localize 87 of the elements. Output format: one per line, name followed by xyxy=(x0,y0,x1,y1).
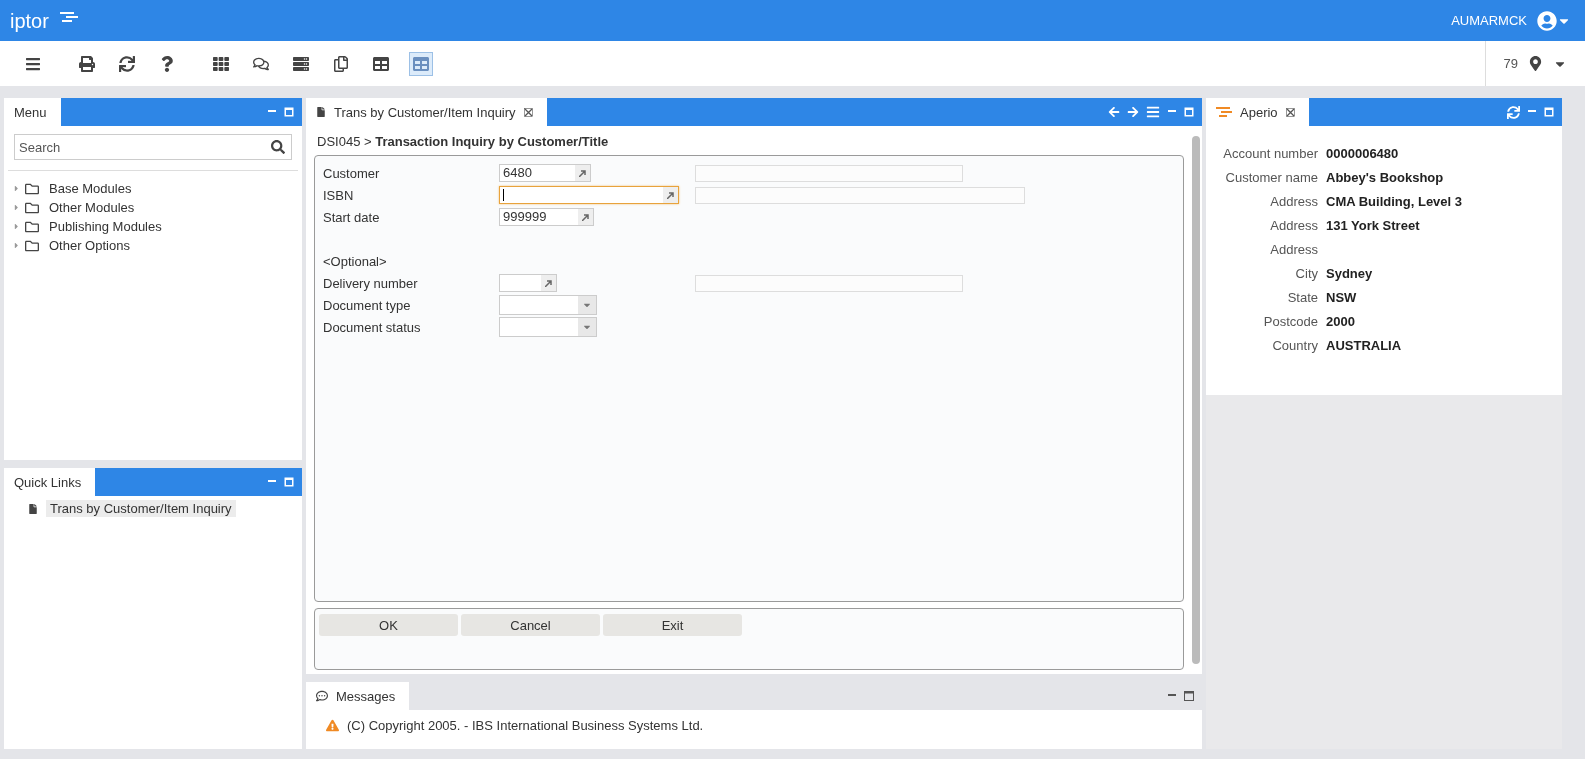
menu-item[interactable]: Base Modules xyxy=(49,181,132,196)
message-text: (C) Copyright 2005. - IBS International Business Systems Ltd. xyxy=(347,718,704,733)
search-field[interactable]: Search xyxy=(14,134,292,160)
action-button[interactable]: OK xyxy=(319,614,458,636)
folder-icon xyxy=(25,200,39,215)
dropdown-field[interactable] xyxy=(499,317,597,337)
detail-value: Sydney xyxy=(1326,266,1374,281)
speech-bubble-icon xyxy=(316,690,328,702)
help-icon xyxy=(159,55,175,72)
panel-title: Aperio xyxy=(1240,104,1278,120)
detail-value: 2000 xyxy=(1326,314,1356,329)
back-arrow-icon[interactable] xyxy=(1108,106,1120,118)
user-avatar-icon[interactable] xyxy=(1537,10,1557,31)
lines-icon xyxy=(1216,107,1232,117)
input-field[interactable]: 6480 xyxy=(499,164,591,182)
dropdown-field[interactable] xyxy=(499,295,597,315)
document-icon xyxy=(28,503,38,514)
field-label: Customer xyxy=(323,165,381,181)
input-field[interactable]: 999999 xyxy=(499,208,594,226)
detail-label: Account number xyxy=(1222,146,1318,161)
printer-icon xyxy=(79,55,95,72)
chat-icon xyxy=(253,55,269,72)
menu-item[interactable]: Other Modules xyxy=(49,200,135,215)
field-label: ISBN xyxy=(323,187,355,203)
counter: 79 xyxy=(1503,56,1518,71)
forward-arrow-icon[interactable] xyxy=(1127,106,1139,118)
action-button[interactable]: Cancel xyxy=(461,614,600,636)
spreadsheet-icon xyxy=(413,55,429,72)
copy-icon xyxy=(333,55,349,72)
field-label: Document type xyxy=(323,297,412,313)
close-icon[interactable] xyxy=(523,107,533,117)
server-icon xyxy=(293,55,309,72)
panel-title: Menu xyxy=(14,104,47,120)
location-pin-icon[interactable] xyxy=(1528,56,1543,71)
detail-label: Postcode xyxy=(1262,314,1318,329)
user-name: AUMARMCK xyxy=(1451,13,1527,28)
detail-label: Address xyxy=(1269,242,1318,257)
arrow-icon xyxy=(579,169,586,177)
action-button[interactable]: Exit xyxy=(603,614,742,636)
input-field[interactable] xyxy=(499,186,679,204)
maximize-icon[interactable] xyxy=(1184,107,1194,117)
detail-label: Address xyxy=(1269,194,1318,209)
field-label: Delivery number xyxy=(323,275,419,291)
arrow-icon xyxy=(582,213,589,221)
table-icon xyxy=(373,55,389,72)
field-label: Start date xyxy=(323,209,381,225)
search-icon[interactable] xyxy=(271,140,285,154)
menu-icon[interactable] xyxy=(1146,105,1160,119)
close-icon[interactable] xyxy=(1285,107,1295,117)
grid-icon xyxy=(213,55,229,72)
arrow-icon xyxy=(545,279,552,287)
maximize-icon[interactable] xyxy=(1544,107,1554,117)
arrow-icon xyxy=(667,191,674,199)
maximize-icon[interactable] xyxy=(1184,691,1194,701)
folder-icon xyxy=(25,219,39,234)
detail-value: NSW xyxy=(1326,290,1358,305)
panel-title: Quick Links xyxy=(14,474,82,490)
detail-value: CMA Building, Level 3 xyxy=(1326,194,1464,209)
folder-icon xyxy=(25,238,39,253)
detail-label: Address xyxy=(1269,218,1318,233)
detail-value: AUSTRALIA xyxy=(1326,338,1403,353)
input-field[interactable] xyxy=(499,274,557,292)
detail-label: State xyxy=(1286,290,1318,305)
spreadsheet-button[interactable] xyxy=(409,51,433,76)
panel-title: Messages xyxy=(336,688,396,704)
folder-icon xyxy=(25,181,39,196)
maximize-icon[interactable] xyxy=(284,477,294,487)
field-label: Document status xyxy=(323,319,422,335)
document-icon xyxy=(316,107,326,117)
menu-item[interactable]: Publishing Modules xyxy=(49,219,162,234)
maximize-icon[interactable] xyxy=(284,107,294,117)
detail-label: City xyxy=(1294,266,1318,281)
refresh-icon[interactable] xyxy=(1507,105,1520,119)
detail-label: Customer name xyxy=(1224,170,1318,185)
detail-value: 131 York Street xyxy=(1326,218,1421,233)
menu-icon xyxy=(25,55,41,72)
section-label: <Optional> xyxy=(323,254,388,269)
menu-item[interactable]: Other Options xyxy=(49,238,130,253)
warning-icon xyxy=(326,719,339,732)
detail-value: Abbey's Bookshop xyxy=(1326,170,1445,185)
refresh-icon xyxy=(119,55,135,72)
detail-value: 0000006480 xyxy=(1326,146,1400,161)
detail-label: Country xyxy=(1271,338,1318,353)
breadcrumb: DSI045 > Transaction Inquiry by Customer/Title xyxy=(316,134,610,149)
panel-title: Trans by Customer/Item Inquiry xyxy=(334,104,516,120)
logo: iptor xyxy=(10,6,80,35)
quick-link[interactable]: Trans by Customer/Item Inquiry xyxy=(46,500,236,517)
